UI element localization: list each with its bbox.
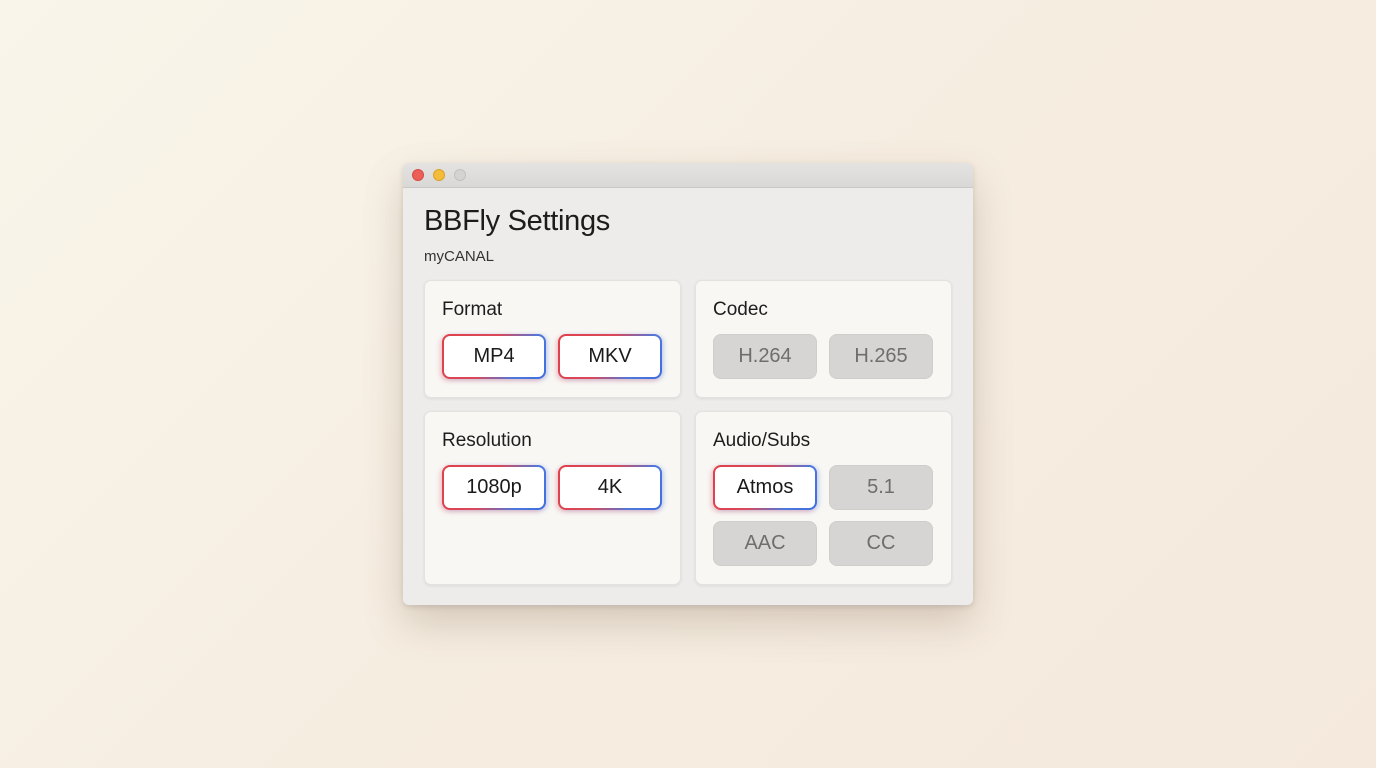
resolution-card: Resolution 1080p 4K: [424, 411, 681, 585]
format-option-mp4[interactable]: MP4: [442, 334, 546, 379]
page-title: BBFly Settings: [424, 205, 610, 237]
settings-window: BBFly Settings myCANAL Format MP4 MKV Co…: [403, 163, 973, 605]
title-bar[interactable]: [403, 163, 973, 188]
codec-card-title: Codec: [713, 299, 768, 320]
audio-subs-card: Audio/Subs Atmos 5.1 AAC CC: [695, 411, 952, 585]
audio-option-aac[interactable]: AAC: [713, 521, 817, 566]
codec-option-h264[interactable]: H.264: [713, 334, 817, 379]
format-card: Format MP4 MKV: [424, 280, 681, 398]
format-option-mkv[interactable]: MKV: [558, 334, 662, 379]
codec-card: Codec H.264 H.265: [695, 280, 952, 398]
resolution-card-title: Resolution: [442, 430, 532, 451]
audio-option-atmos[interactable]: Atmos: [713, 465, 817, 510]
audio-subs-card-title: Audio/Subs: [713, 430, 811, 451]
close-window-button[interactable]: [412, 169, 424, 181]
minimize-window-button[interactable]: [433, 169, 445, 181]
zoom-window-button[interactable]: [454, 169, 466, 181]
codec-option-h265[interactable]: H.265: [829, 334, 933, 379]
format-card-title: Format: [442, 299, 503, 320]
resolution-option-1080p[interactable]: 1080p: [442, 465, 546, 510]
audio-option-5-1[interactable]: 5.1: [829, 465, 933, 510]
service-subtitle: myCANAL: [424, 248, 495, 265]
resolution-option-4k[interactable]: 4K: [558, 465, 662, 510]
subs-option-cc[interactable]: CC: [829, 521, 933, 566]
